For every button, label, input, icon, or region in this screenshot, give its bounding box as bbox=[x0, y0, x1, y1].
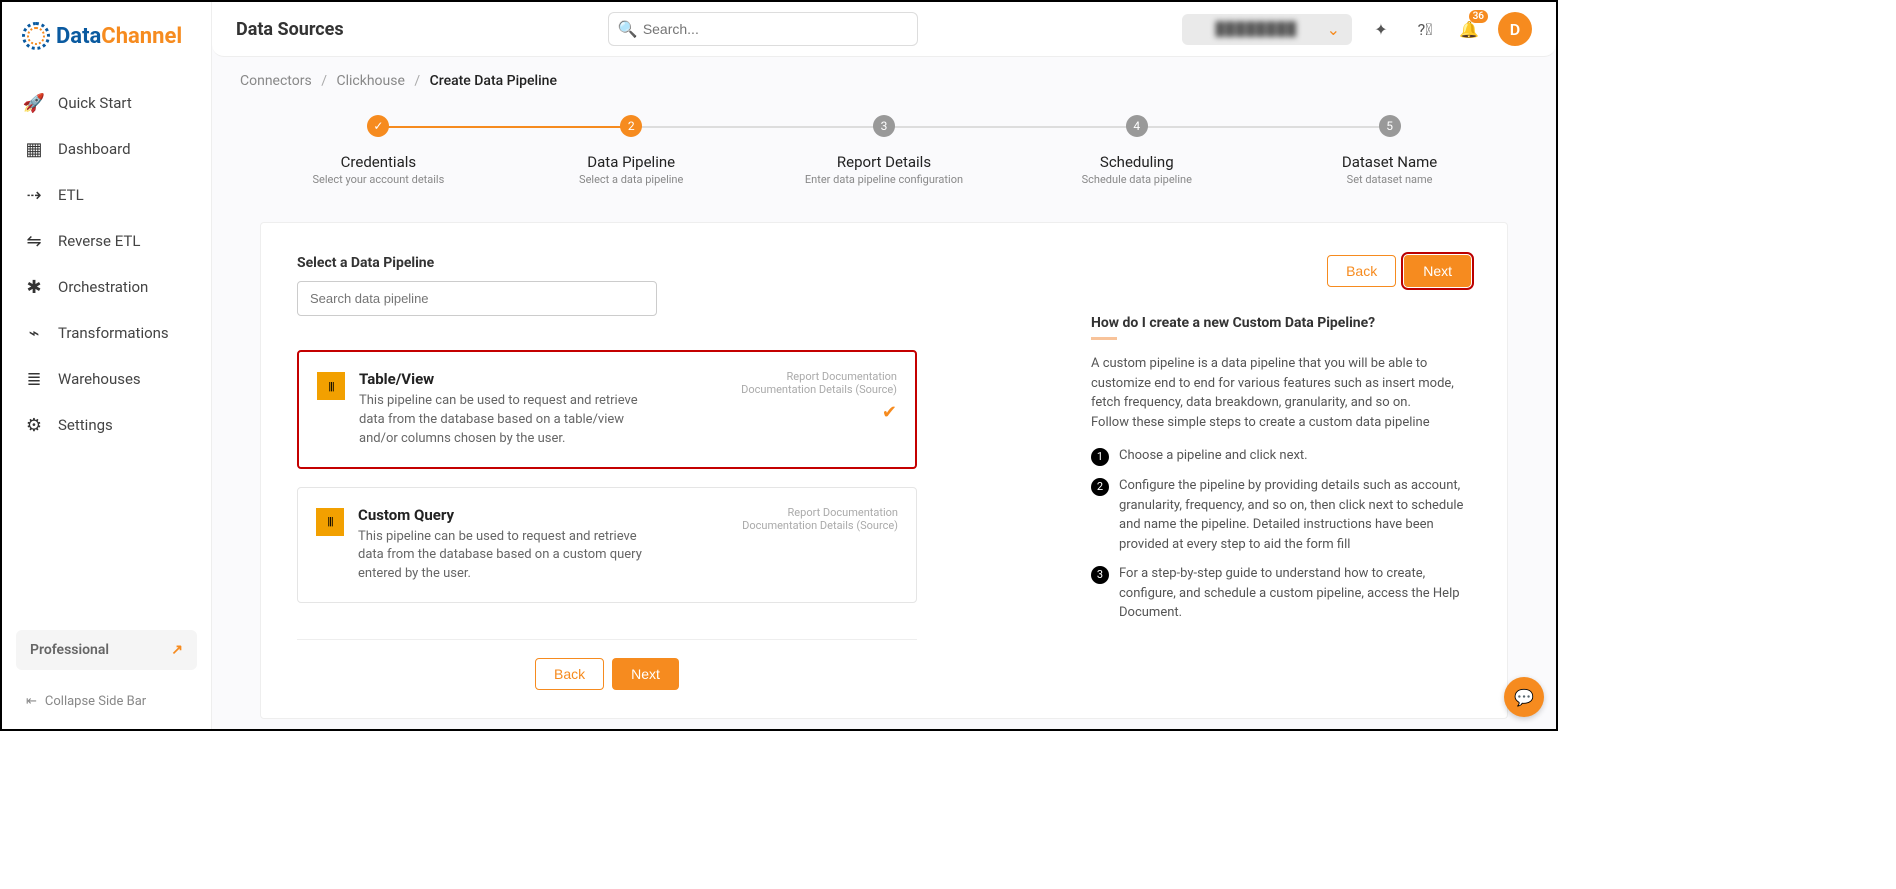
sidebar-item-reverse-etl[interactable]: ⇋Reverse ETL bbox=[2, 218, 211, 264]
rocket-icon: 🚀 bbox=[24, 93, 44, 113]
sidebar: DataChannel 🚀Quick Start ▦Dashboard ⇢ETL… bbox=[2, 2, 212, 729]
workspace-dropdown[interactable]: ████████ ⌄ bbox=[1182, 14, 1352, 45]
database-icon: ||| bbox=[316, 508, 344, 536]
database-icon: ||| bbox=[317, 372, 345, 400]
report-documentation-link[interactable]: Report Documentation bbox=[741, 370, 897, 383]
breadcrumb-connectors[interactable]: Connectors bbox=[240, 73, 312, 89]
help-text: A custom pipeline is a data pipeline tha… bbox=[1091, 354, 1471, 432]
check-icon: ✓ bbox=[367, 115, 389, 137]
global-search: 🔍 bbox=[608, 12, 918, 46]
pipeline-search-input[interactable] bbox=[297, 281, 657, 316]
sidebar-item-transformations[interactable]: ⌁Transformations bbox=[2, 310, 211, 356]
notifications-icon[interactable]: 🔔36 bbox=[1454, 14, 1484, 44]
avatar[interactable]: D bbox=[1498, 12, 1532, 46]
search-input[interactable] bbox=[608, 12, 918, 46]
help-steps-list: 1Choose a pipeline and click next. 2Conf… bbox=[1091, 446, 1471, 623]
sidebar-item-warehouses[interactable]: ≣Warehouses bbox=[2, 356, 211, 402]
reverse-etl-icon: ⇋ bbox=[24, 231, 44, 251]
next-button-bottom[interactable]: Next bbox=[612, 658, 679, 690]
selected-check-icon: ✔ bbox=[741, 402, 897, 423]
back-button-top[interactable]: Back bbox=[1327, 255, 1396, 287]
etl-icon: ⇢ bbox=[24, 185, 44, 205]
search-icon: 🔍 bbox=[618, 20, 638, 39]
help-step-3: For a step-by-step guide to understand h… bbox=[1119, 564, 1471, 623]
sidebar-nav: 🚀Quick Start ▦Dashboard ⇢ETL ⇋Reverse ET… bbox=[2, 70, 211, 630]
topbar: Data Sources 🔍 ████████ ⌄ ✦ ?⃝ 🔔36 D bbox=[212, 2, 1556, 57]
notification-badge: 36 bbox=[1469, 10, 1488, 23]
gear-icon: ⚙ bbox=[24, 415, 44, 435]
dashboard-icon: ▦ bbox=[24, 139, 44, 159]
back-button-bottom[interactable]: Back bbox=[535, 658, 604, 690]
documentation-details-link[interactable]: Documentation Details (Source) bbox=[741, 383, 897, 396]
brand-logo[interactable]: DataChannel bbox=[2, 12, 211, 70]
warehouse-icon: ≣ bbox=[24, 369, 44, 389]
step-credentials[interactable]: ✓ Credentials Select your account detail… bbox=[252, 115, 505, 186]
wizard-stepper: ✓ Credentials Select your account detail… bbox=[252, 115, 1516, 186]
plan-badge[interactable]: Professional ↗ bbox=[16, 630, 197, 670]
documentation-details-link[interactable]: Documentation Details (Source) bbox=[742, 519, 898, 532]
external-link-icon: ↗ bbox=[171, 642, 183, 658]
chat-icon: 💬 bbox=[1514, 688, 1534, 707]
breadcrumb: Connectors / Clickhouse / Create Data Pi… bbox=[212, 57, 1556, 97]
collapse-sidebar[interactable]: ⇤ Collapse Side Bar bbox=[16, 688, 197, 719]
chevron-down-icon: ⌄ bbox=[1327, 20, 1340, 39]
sidebar-item-dashboard[interactable]: ▦Dashboard bbox=[2, 126, 211, 172]
pipeline-option-table-view[interactable]: ||| Table/View This pipeline can be used… bbox=[297, 350, 917, 469]
section-title: Select a Data Pipeline bbox=[297, 255, 1051, 271]
next-button-top[interactable]: Next bbox=[1404, 255, 1471, 287]
breadcrumb-current: Create Data Pipeline bbox=[430, 73, 557, 89]
breadcrumb-clickhouse[interactable]: Clickhouse bbox=[336, 73, 404, 89]
help-icon[interactable]: ?⃝ bbox=[1410, 14, 1440, 44]
sparkle-icon[interactable]: ✦ bbox=[1366, 14, 1396, 44]
pipeline-option-custom-query[interactable]: ||| Custom Query This pipeline can be us… bbox=[297, 487, 917, 604]
help-step-1: Choose a pipeline and click next. bbox=[1119, 446, 1308, 466]
sidebar-item-orchestration[interactable]: ✱Orchestration bbox=[2, 264, 211, 310]
sidebar-item-quickstart[interactable]: 🚀Quick Start bbox=[2, 80, 211, 126]
pipeline-card: Select a Data Pipeline ||| Table/View Th… bbox=[260, 222, 1508, 719]
transformations-icon: ⌁ bbox=[24, 323, 44, 343]
sidebar-item-settings[interactable]: ⚙Settings bbox=[2, 402, 211, 448]
help-step-2: Configure the pipeline by providing deta… bbox=[1119, 476, 1471, 554]
collapse-icon: ⇤ bbox=[26, 694, 37, 709]
sidebar-item-etl[interactable]: ⇢ETL bbox=[2, 172, 211, 218]
chat-fab[interactable]: 💬 bbox=[1504, 677, 1544, 717]
help-title: How do I create a new Custom Data Pipeli… bbox=[1091, 315, 1471, 331]
orchestration-icon: ✱ bbox=[24, 277, 44, 297]
main-content: Data Sources 🔍 ████████ ⌄ ✦ ?⃝ 🔔36 D Con… bbox=[212, 2, 1556, 729]
page-title: Data Sources bbox=[236, 19, 344, 40]
logo-icon bbox=[22, 22, 50, 50]
report-documentation-link[interactable]: Report Documentation bbox=[742, 506, 898, 519]
